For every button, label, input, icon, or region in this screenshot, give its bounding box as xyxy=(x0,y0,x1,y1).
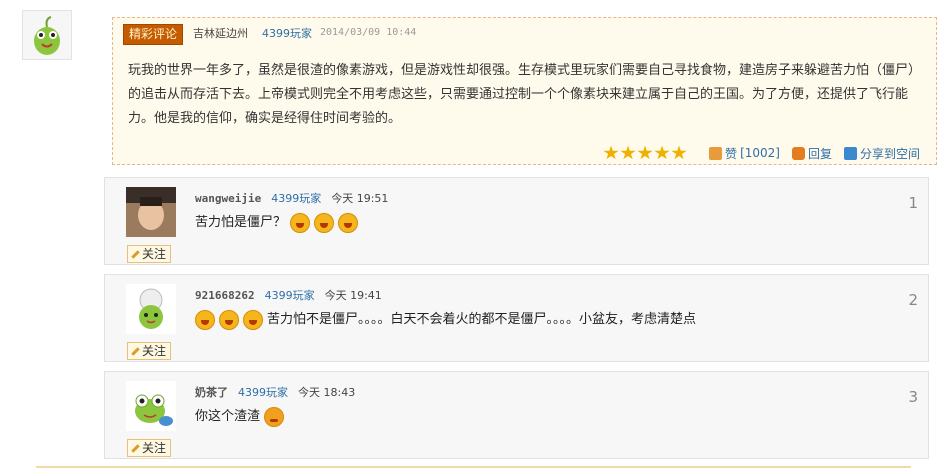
follow-label: 关注 xyxy=(142,247,167,261)
user-avatar[interactable] xyxy=(126,187,176,237)
share-star-icon xyxy=(843,146,857,160)
featured-text: 玩我的世界一年多了，虽然是很渣的像素游戏，但是游戏性却很强。生存模式里玩家们需要… xyxy=(128,63,922,126)
reply-text-content: 苦力怕不是僵尸。。。。白天不会着火的都不是僵尸。。。。小盆友，考虑清楚点 xyxy=(267,312,697,327)
featured-avatar[interactable] xyxy=(22,10,72,60)
angry-emoji-icon xyxy=(264,407,285,427)
comment-actions: 赞 [1002] 回复 分享到空间 xyxy=(603,144,920,162)
star-icon xyxy=(671,145,687,160)
frog-character-icon xyxy=(126,381,176,431)
reply-number: 3 xyxy=(908,388,918,406)
star-icon xyxy=(620,145,636,160)
star-rating xyxy=(603,145,687,161)
reply-username[interactable]: wangweijie xyxy=(195,192,261,205)
player-tag[interactable]: 4399玩家 xyxy=(271,190,321,206)
laughing-emoji-icon xyxy=(338,213,359,233)
user-avatar[interactable] xyxy=(126,284,176,334)
reply-button[interactable]: 回复 xyxy=(791,145,832,162)
reply-time: 今天 18:43 xyxy=(298,386,356,399)
laughing-emoji-icon xyxy=(290,213,311,233)
player-tag[interactable]: 4399玩家 xyxy=(238,384,288,400)
reply-text-content: 苦力怕是僵尸？ xyxy=(195,215,287,230)
follow-label: 关注 xyxy=(142,344,167,358)
reply-text-content: 你这个渣渣 xyxy=(195,409,261,424)
follow-button[interactable]: 关注 xyxy=(127,439,172,457)
reply-username[interactable]: 奶茶了 xyxy=(195,384,228,400)
comment-region: 吉林延边州 xyxy=(193,27,248,40)
share-label: 分享到空间 xyxy=(859,146,920,161)
follow-button[interactable]: 关注 xyxy=(127,245,172,263)
pencil-icon xyxy=(131,346,140,356)
photo-avatar-icon xyxy=(126,187,176,237)
share-button[interactable]: 分享到空间 xyxy=(843,145,920,162)
user-avatar[interactable] xyxy=(126,381,176,431)
follow-button[interactable]: 关注 xyxy=(127,342,172,360)
reply-number: 2 xyxy=(908,291,918,309)
crying-emoji-icon xyxy=(243,310,263,330)
like-count: [1002] xyxy=(740,146,780,160)
like-label: 赞 xyxy=(725,146,738,161)
reply-text: 苦力怕不是僵尸。。。。白天不会着火的都不是僵尸。。。。小盆友，考虑清楚点 xyxy=(195,309,696,331)
follow-label: 关注 xyxy=(142,441,167,455)
sheep-character-icon xyxy=(126,284,176,334)
reply-item: 关注 921668262 4399玩家 今天 19:41 苦力怕不是僵尸。。。。… xyxy=(104,274,929,362)
featured-comment: 精彩评论 吉林延边州 4399玩家 2014/03/09 10:44 玩我的世界… xyxy=(112,17,937,165)
crying-emoji-icon xyxy=(195,310,215,330)
player-tag[interactable]: 4399玩家 xyxy=(262,25,312,41)
laughing-emoji-icon xyxy=(314,213,335,233)
comment-date: 2014/03/09 10:44 xyxy=(320,27,417,38)
pencil-icon xyxy=(131,443,140,453)
reply-item: 关注 wangweijie 4399玩家 今天 19:51 苦力怕是僵尸？ 1 xyxy=(104,177,929,265)
reply-number: 1 xyxy=(908,194,918,212)
reply-icon xyxy=(791,146,805,160)
thumbs-up-icon xyxy=(709,146,723,160)
reply-time: 今天 19:41 xyxy=(324,289,382,302)
star-icon xyxy=(637,145,653,160)
bean-character-icon xyxy=(34,16,60,55)
pencil-icon xyxy=(131,249,140,259)
star-icon xyxy=(603,145,619,160)
reply-label: 回复 xyxy=(807,146,832,161)
star-icon xyxy=(654,145,670,160)
reply-time: 今天 19:51 xyxy=(331,192,389,205)
crying-emoji-icon xyxy=(219,310,239,330)
featured-badge: 精彩评论 xyxy=(123,24,184,45)
reply-username[interactable]: 921668262 xyxy=(195,289,255,302)
reply-item: 关注 奶茶了 4399玩家 今天 18:43 你这个渣渣 3 xyxy=(104,371,929,459)
player-tag[interactable]: 4399玩家 xyxy=(265,287,315,303)
reply-text: 苦力怕是僵尸？ xyxy=(195,212,359,234)
divider xyxy=(36,466,911,468)
reply-text: 你这个渣渣 xyxy=(195,406,285,428)
like-button[interactable]: 赞 [1002] xyxy=(709,145,780,162)
